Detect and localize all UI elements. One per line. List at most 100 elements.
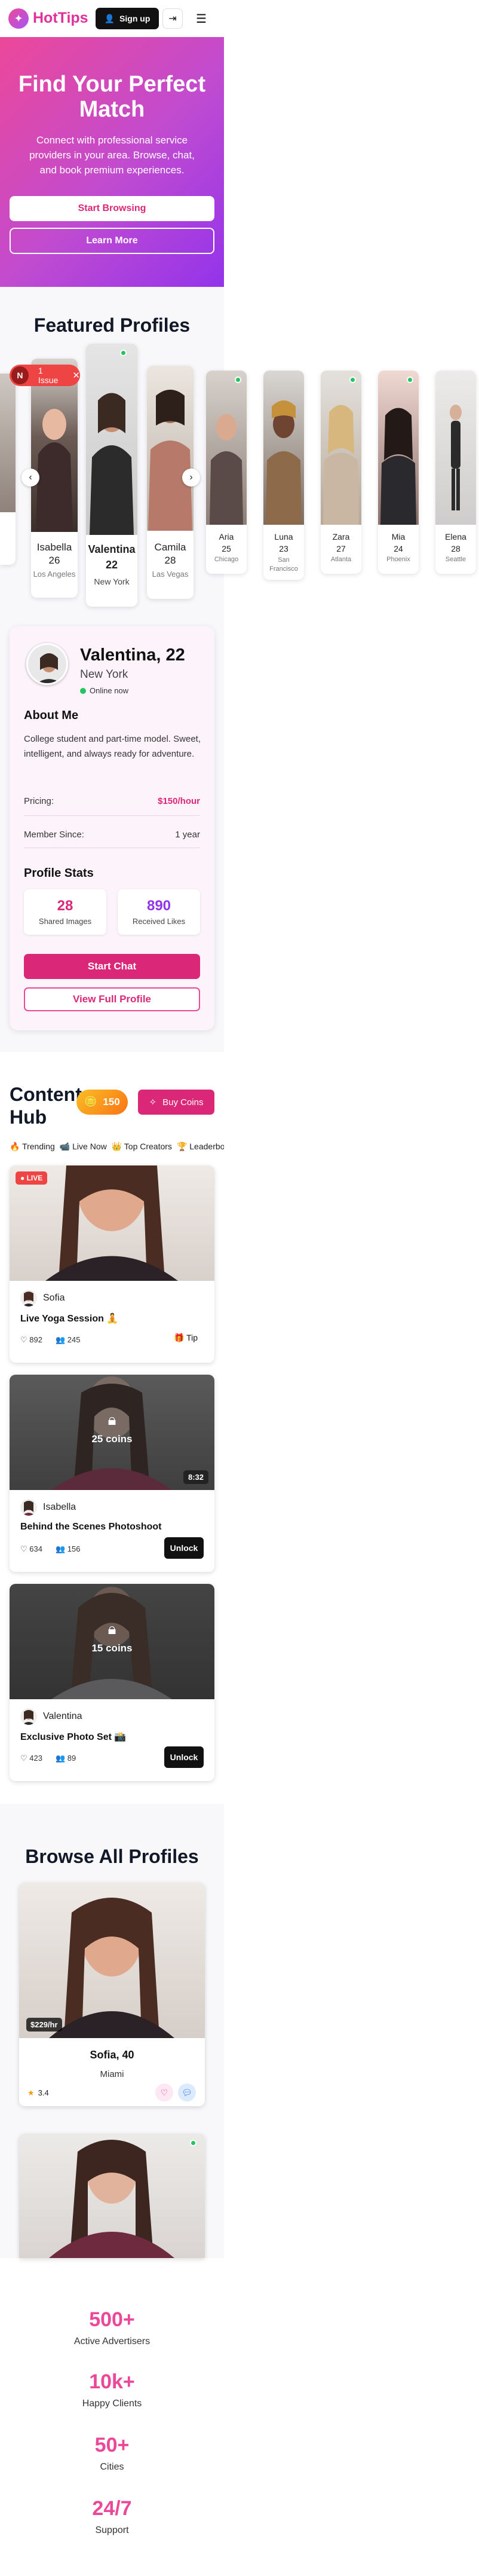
profile-card-active[interactable]: Valentina 22 New York bbox=[86, 344, 137, 607]
stat-value: 50+ bbox=[94, 2434, 130, 2456]
tip-button[interactable]: 🎁 Tip bbox=[174, 1333, 198, 1343]
views-icon: 👥 bbox=[55, 1754, 66, 1763]
content-post[interactable]: 🔒︎ 15 coins Valentina Exclusive Photo Se… bbox=[10, 1584, 214, 1781]
content-tabs: 🔥 Trending 📹 Live Now 👑 Top Creators 🏆 L… bbox=[10, 1142, 224, 1156]
message-icon[interactable]: 💬︎ bbox=[178, 2084, 196, 2101]
stat-value: 24/7 bbox=[92, 2497, 132, 2520]
live-badge: ● LIVE bbox=[16, 1171, 48, 1185]
page: ✦ HotTips 👤 Sign up ⇥ ☰ Find Your Perfec… bbox=[0, 0, 479, 2576]
heart-icon: ♡ bbox=[20, 1754, 27, 1763]
carousel-prev-icon[interactable]: ‹ bbox=[22, 469, 39, 487]
post-author[interactable]: Valentina bbox=[20, 1708, 82, 1725]
likes-count: ♡ 892 bbox=[20, 1335, 42, 1344]
views-count: 👥 89 bbox=[55, 1754, 76, 1763]
post-stats: ♡ 423 👥 89 bbox=[20, 1754, 76, 1763]
unlock-button[interactable]: Unlock bbox=[164, 1746, 204, 1768]
views-count: 👥 245 bbox=[55, 1335, 81, 1344]
profile-card-name: Luna bbox=[274, 532, 293, 541]
shared-images-count: 28 bbox=[57, 898, 73, 914]
profile-photo bbox=[19, 2134, 205, 2258]
profile-card[interactable]: Zara 27 Atlanta bbox=[321, 371, 361, 574]
profile-photo bbox=[380, 408, 416, 525]
content-hub-title: Content Hub bbox=[10, 1084, 82, 1128]
like-heart-icon[interactable]: ♡ bbox=[155, 2084, 173, 2101]
signup-label: Sign up bbox=[119, 14, 151, 23]
post-author-name: Isabella bbox=[43, 1502, 76, 1512]
post-author[interactable]: Sofia bbox=[20, 1290, 65, 1307]
online-indicator bbox=[349, 377, 356, 383]
post-title: Behind the Scenes Photoshoot bbox=[20, 1522, 162, 1532]
profile-card[interactable] bbox=[19, 2134, 205, 2258]
unlock-price: 15 coins bbox=[91, 1642, 133, 1654]
profile-card-age: 26 bbox=[48, 555, 60, 566]
carousel-next-icon[interactable]: › bbox=[182, 469, 200, 487]
signup-button[interactable]: 👤 Sign up bbox=[96, 8, 159, 29]
heart-icon: ♡ bbox=[20, 1335, 27, 1344]
issue-badge[interactable]: N 1 Issue ✕ bbox=[10, 365, 80, 386]
stat-label: Happy Clients bbox=[82, 2398, 142, 2409]
stat-value: 10k+ bbox=[89, 2370, 135, 2393]
post-stats: ♡ 634 👥 156 bbox=[20, 1544, 81, 1554]
post-author[interactable]: Isabella bbox=[20, 1499, 76, 1516]
stat-advertisers: 500+ Active Advertisers bbox=[0, 2308, 224, 2347]
stat-support: 24/7 Support bbox=[0, 2497, 224, 2536]
profile-city: New York bbox=[80, 668, 128, 681]
issue-avatar: N bbox=[11, 366, 29, 384]
received-likes-label: Received Likes bbox=[132, 917, 186, 926]
stats-heading: Profile Stats bbox=[24, 867, 94, 880]
profile-card-age: 28 bbox=[451, 544, 460, 553]
avatar bbox=[20, 1708, 37, 1725]
profile-card-city: Miami bbox=[100, 2069, 124, 2079]
profile-card-name: Isabella bbox=[36, 541, 72, 553]
start-chat-button[interactable]: Start Chat bbox=[24, 954, 200, 979]
profile-card-name: Sofia, 40 bbox=[90, 2049, 134, 2061]
tab-top-creators[interactable]: 👑 Top Creators bbox=[112, 1142, 172, 1156]
coin-balance[interactable]: 🪙 150 bbox=[76, 1090, 128, 1115]
about-text: College student and part-time model. Swe… bbox=[24, 734, 201, 759]
brand-name[interactable]: HotTips bbox=[33, 10, 88, 27]
logo-icon[interactable]: ✦ bbox=[8, 8, 29, 29]
profile-photo bbox=[210, 414, 243, 525]
tab-leaderboard[interactable]: 🏆 Leaderboard bbox=[177, 1142, 224, 1156]
views-count: 👥 156 bbox=[55, 1544, 81, 1553]
online-indicator bbox=[120, 350, 127, 356]
login-icon[interactable]: ⇥ bbox=[162, 8, 183, 29]
profile-card[interactable]: Aria 25 Chicago bbox=[206, 371, 247, 574]
close-icon[interactable]: ✕ bbox=[72, 370, 80, 381]
views-icon: 👥 bbox=[55, 1335, 66, 1344]
profile-card[interactable]: Elena 28 Seattle bbox=[435, 371, 476, 574]
star-icon: ★ bbox=[27, 2088, 35, 2097]
hero-subtitle: Connect with professional service provid… bbox=[29, 134, 195, 176]
profile-card-age: 22 bbox=[105, 559, 118, 571]
learn-more-button[interactable]: Learn More bbox=[10, 228, 214, 254]
view-full-profile-button[interactable]: View Full Profile bbox=[24, 987, 200, 1011]
post-title: Exclusive Photo Set 📸 bbox=[20, 1732, 127, 1742]
browse-title: Browse All Profiles bbox=[25, 1846, 199, 1867]
buy-coins-button[interactable]: ✧ Buy Coins bbox=[138, 1090, 214, 1115]
top-nav: ✦ HotTips 👤 Sign up ⇥ ☰ bbox=[0, 0, 224, 37]
profile-card-name: Elena bbox=[445, 532, 466, 541]
profile-card-city: San Francisco bbox=[269, 556, 298, 573]
avatar bbox=[20, 1499, 37, 1516]
profile-card[interactable]: $229/hr Sofia, 40 Miami ★ 3.4 ♡ 💬︎ bbox=[19, 1883, 205, 2106]
received-likes-stat: 890 Received Likes bbox=[118, 889, 200, 935]
lock-icon: 🔒︎ bbox=[108, 1620, 116, 1638]
content-post[interactable]: 🔒︎ 25 coins 8:32 Isabella Behind the Sce… bbox=[10, 1375, 214, 1572]
profile-card[interactable]: Mia 24 Phoenix bbox=[378, 371, 419, 574]
tab-live-now[interactable]: 📹 Live Now bbox=[60, 1142, 107, 1156]
profile-photo bbox=[19, 1883, 205, 2038]
profile-card-name: Mia bbox=[391, 532, 406, 541]
profile-card[interactable]: Luna 23 San Francisco bbox=[263, 371, 304, 580]
profile-card-partial[interactable] bbox=[0, 374, 16, 565]
profile-photo bbox=[266, 400, 302, 525]
content-post[interactable]: ● LIVE Sofia Live Yoga Session 🧘 ♡ 892 👥… bbox=[10, 1165, 214, 1363]
profile-card-city: Phoenix bbox=[386, 556, 410, 563]
online-indicator bbox=[235, 377, 241, 383]
menu-icon[interactable]: ☰ bbox=[191, 8, 211, 29]
stat-label: Support bbox=[95, 2525, 129, 2535]
start-browsing-button[interactable]: Start Browsing bbox=[10, 196, 214, 221]
profile-card-city: Atlanta bbox=[330, 556, 352, 563]
avatar bbox=[26, 643, 68, 685]
tab-trending[interactable]: 🔥 Trending bbox=[10, 1142, 55, 1156]
unlock-button[interactable]: Unlock bbox=[164, 1537, 204, 1559]
